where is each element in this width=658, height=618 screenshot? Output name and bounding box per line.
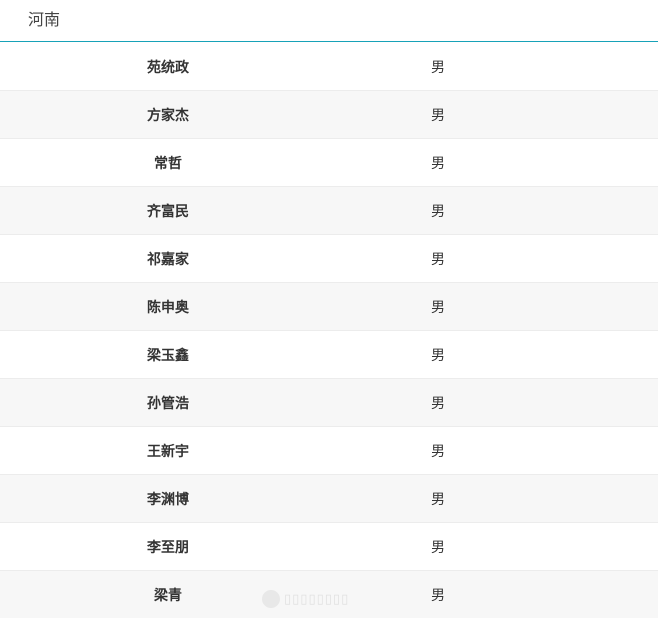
gender-cell: 男 bbox=[431, 203, 445, 220]
name-cell: 方家杰 bbox=[147, 107, 189, 124]
table-row: 祁嘉家 男 bbox=[0, 235, 658, 283]
table-row: 陈申奥 男 bbox=[0, 283, 658, 331]
name-cell: 李渊博 bbox=[147, 491, 189, 508]
gender-cell: 男 bbox=[431, 587, 445, 604]
table-row: 常哲 男 bbox=[0, 139, 658, 187]
table-row: 王新宇 男 bbox=[0, 427, 658, 475]
name-cell: 梁玉鑫 bbox=[147, 347, 189, 364]
table-row: 孙管浩 男 bbox=[0, 379, 658, 427]
table-row: 梁玉鑫 男 bbox=[0, 331, 658, 379]
gender-cell: 男 bbox=[431, 251, 445, 268]
gender-cell: 男 bbox=[431, 59, 445, 76]
name-cell: 孙管浩 bbox=[147, 395, 189, 412]
gender-cell: 男 bbox=[431, 395, 445, 412]
gender-cell: 男 bbox=[431, 155, 445, 172]
gender-cell: 男 bbox=[431, 443, 445, 460]
section-header: 河南 bbox=[0, 0, 658, 42]
table-row: 苑统政 男 bbox=[0, 43, 658, 91]
name-cell: 李至朋 bbox=[147, 539, 189, 556]
gender-cell: 男 bbox=[431, 539, 445, 556]
page: 河南 苑统政 男 方家杰 男 常哲 男 齐富民 男 祁嘉家 男 陈申奥 男 梁玉… bbox=[0, 0, 658, 618]
watermark-logo-icon bbox=[262, 590, 280, 608]
name-cell: 陈申奥 bbox=[147, 299, 189, 316]
name-cell: 王新宇 bbox=[147, 443, 189, 460]
gender-cell: 男 bbox=[431, 299, 445, 316]
name-cell: 齐富民 bbox=[147, 203, 189, 220]
gender-cell: 男 bbox=[431, 491, 445, 508]
section-title: 河南 bbox=[28, 9, 61, 29]
watermark: ▯▯▯▯▯▯▯▯ bbox=[262, 590, 349, 608]
roster-table: 苑统政 男 方家杰 男 常哲 男 齐富民 男 祁嘉家 男 陈申奥 男 梁玉鑫 男… bbox=[0, 43, 658, 618]
table-row: 李至朋 男 bbox=[0, 523, 658, 571]
watermark-text: ▯▯▯▯▯▯▯▯ bbox=[284, 591, 350, 607]
table-row: 齐富民 男 bbox=[0, 187, 658, 235]
name-cell: 常哲 bbox=[154, 155, 182, 172]
table-row: 李渊博 男 bbox=[0, 475, 658, 523]
name-cell: 祁嘉家 bbox=[147, 251, 189, 268]
table-row: 方家杰 男 bbox=[0, 91, 658, 139]
gender-cell: 男 bbox=[431, 347, 445, 364]
name-cell: 苑统政 bbox=[147, 59, 189, 76]
gender-cell: 男 bbox=[431, 107, 445, 124]
